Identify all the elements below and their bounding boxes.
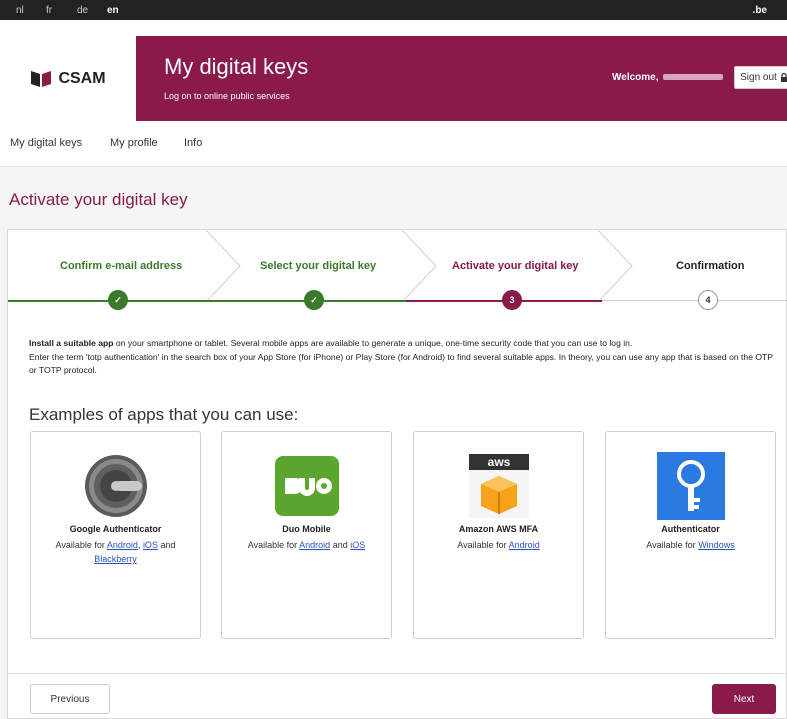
- google-authenticator-icon: [82, 452, 150, 520]
- nav-my-digital-keys[interactable]: My digital keys: [10, 137, 82, 149]
- page-header-subtitle: Log on to online public services: [164, 91, 290, 101]
- progress-line-pending: [602, 300, 787, 301]
- step-3-label: Activate your digital key: [452, 260, 579, 272]
- sign-out-button[interactable]: Sign out: [734, 66, 787, 89]
- aws-icon: aws: [465, 452, 533, 520]
- available-prefix: Available for: [247, 540, 298, 550]
- list-separator: ,: [137, 540, 141, 550]
- app-name: Google Authenticator: [69, 524, 162, 534]
- link-android[interactable]: Android: [299, 540, 330, 550]
- logo-area[interactable]: CSAM: [0, 36, 136, 121]
- logo-text: CSAM: [58, 69, 106, 87]
- app-availability: Available for Android and iOS: [232, 538, 381, 552]
- step-4-number: 4: [698, 290, 718, 310]
- app-card-google-authenticator: Google Authenticator Available for Andro…: [30, 431, 201, 639]
- welcome-label: Welcome,: [612, 72, 659, 83]
- csam-logo: CSAM: [30, 69, 106, 89]
- intro-text: Install a suitable app on your smartphon…: [29, 337, 779, 378]
- available-prefix: Available for: [55, 540, 105, 550]
- progress-line-done: [8, 300, 406, 302]
- lang-de[interactable]: de: [77, 5, 88, 16]
- available-prefix: Available for: [457, 540, 507, 550]
- svg-text:aws: aws: [487, 455, 510, 469]
- intro-line2: Enter the term 'totp authentication' in …: [29, 351, 773, 376]
- step-1-check-icon: ✓: [108, 290, 128, 310]
- step-3-number: 3: [502, 290, 522, 310]
- welcome-text: Welcome,: [612, 72, 723, 83]
- list-and: and: [160, 540, 176, 550]
- sign-out-label: Sign out: [740, 72, 777, 83]
- be-logo[interactable]: .be: [753, 5, 767, 16]
- link-windows[interactable]: Windows: [698, 540, 735, 550]
- intro-line1: on your smartphone or tablet. Several mo…: [113, 338, 633, 348]
- link-android[interactable]: Android: [107, 540, 138, 550]
- link-ios[interactable]: iOS: [143, 540, 158, 550]
- page-title: Activate your digital key: [9, 190, 188, 209]
- app-card-amazon-aws-mfa: aws Amazon AWS MFA Available for Android: [413, 431, 584, 639]
- step-2-check-icon: ✓: [304, 290, 324, 310]
- link-android[interactable]: Android: [509, 540, 540, 550]
- activation-panel: Confirm e-mail address Select your digit…: [7, 229, 787, 719]
- main-nav: My digital keys My profile Info: [0, 121, 787, 167]
- page-header-title: My digital keys: [164, 54, 309, 79]
- app-card-duo-mobile: Duo Mobile Available for Android and iOS: [221, 431, 392, 639]
- intro-bold-lead: Install a suitable app: [29, 338, 114, 348]
- stepper: Confirm e-mail address Select your digit…: [8, 230, 787, 310]
- app-name: Amazon AWS MFA: [458, 524, 539, 534]
- available-prefix: Available for: [646, 540, 696, 550]
- footer-divider: [8, 673, 786, 674]
- user-name-redacted: [662, 74, 723, 81]
- duo-mobile-icon: [273, 452, 341, 520]
- language-bar: nl fr de en .be: [0, 0, 787, 20]
- lock-icon: [780, 73, 787, 82]
- step-2-label: Select your digital key: [260, 260, 377, 272]
- app-availability: Available for Windows: [616, 538, 765, 552]
- lang-nl[interactable]: nl: [16, 5, 24, 16]
- app-name: Authenticator: [661, 524, 720, 534]
- nav-my-profile[interactable]: My profile: [110, 137, 158, 149]
- list-and: and: [332, 540, 348, 550]
- app-availability: Available for Android: [424, 538, 573, 552]
- csam-logo-icon: [31, 70, 52, 87]
- link-blackberry[interactable]: Blackberry: [94, 554, 137, 564]
- app-card-authenticator: Authenticator Available for Windows: [605, 431, 776, 639]
- step-1-label: Confirm e-mail address: [60, 260, 183, 272]
- key-icon: [656, 452, 725, 520]
- lang-en[interactable]: en: [107, 5, 119, 16]
- step-4-label: Confirmation: [676, 260, 745, 272]
- examples-heading: Examples of apps that you can use:: [29, 405, 299, 424]
- app-availability: Available for Android, iOS and Blackberr…: [41, 538, 190, 566]
- previous-button[interactable]: Previous: [30, 684, 110, 714]
- nav-info[interactable]: Info: [184, 137, 202, 149]
- link-ios[interactable]: iOS: [350, 540, 365, 550]
- next-button[interactable]: Next: [712, 684, 776, 714]
- header-band: My digital keys Log on to online public …: [136, 36, 787, 121]
- app-name: Duo Mobile: [282, 524, 331, 534]
- lang-fr[interactable]: fr: [46, 5, 52, 16]
